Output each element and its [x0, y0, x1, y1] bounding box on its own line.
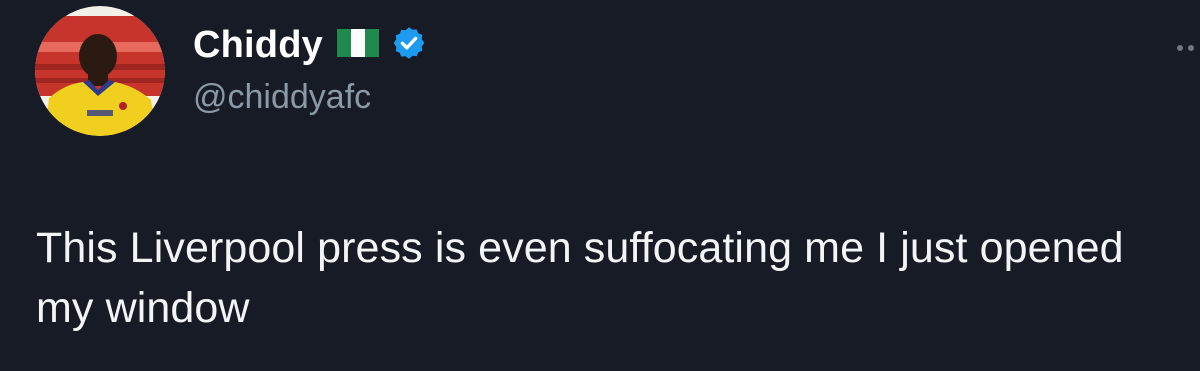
author-info: Chiddy @chiddyafc	[193, 20, 427, 117]
more-options-icon[interactable]	[1176, 38, 1200, 58]
tweet-card[interactable]: Chiddy @chiddyafc This Liverpool press i…	[0, 0, 1200, 371]
verified-badge-icon[interactable]	[391, 25, 427, 66]
name-row: Chiddy	[193, 20, 427, 70]
handle[interactable]: @chiddyafc	[193, 78, 427, 117]
avatar[interactable]	[35, 6, 165, 136]
avatar-image	[35, 6, 165, 136]
nigeria-flag-icon	[336, 28, 379, 62]
tweet-text: This Liverpool press is even suffocating…	[36, 224, 1124, 332]
display-name[interactable]: Chiddy	[193, 24, 323, 67]
